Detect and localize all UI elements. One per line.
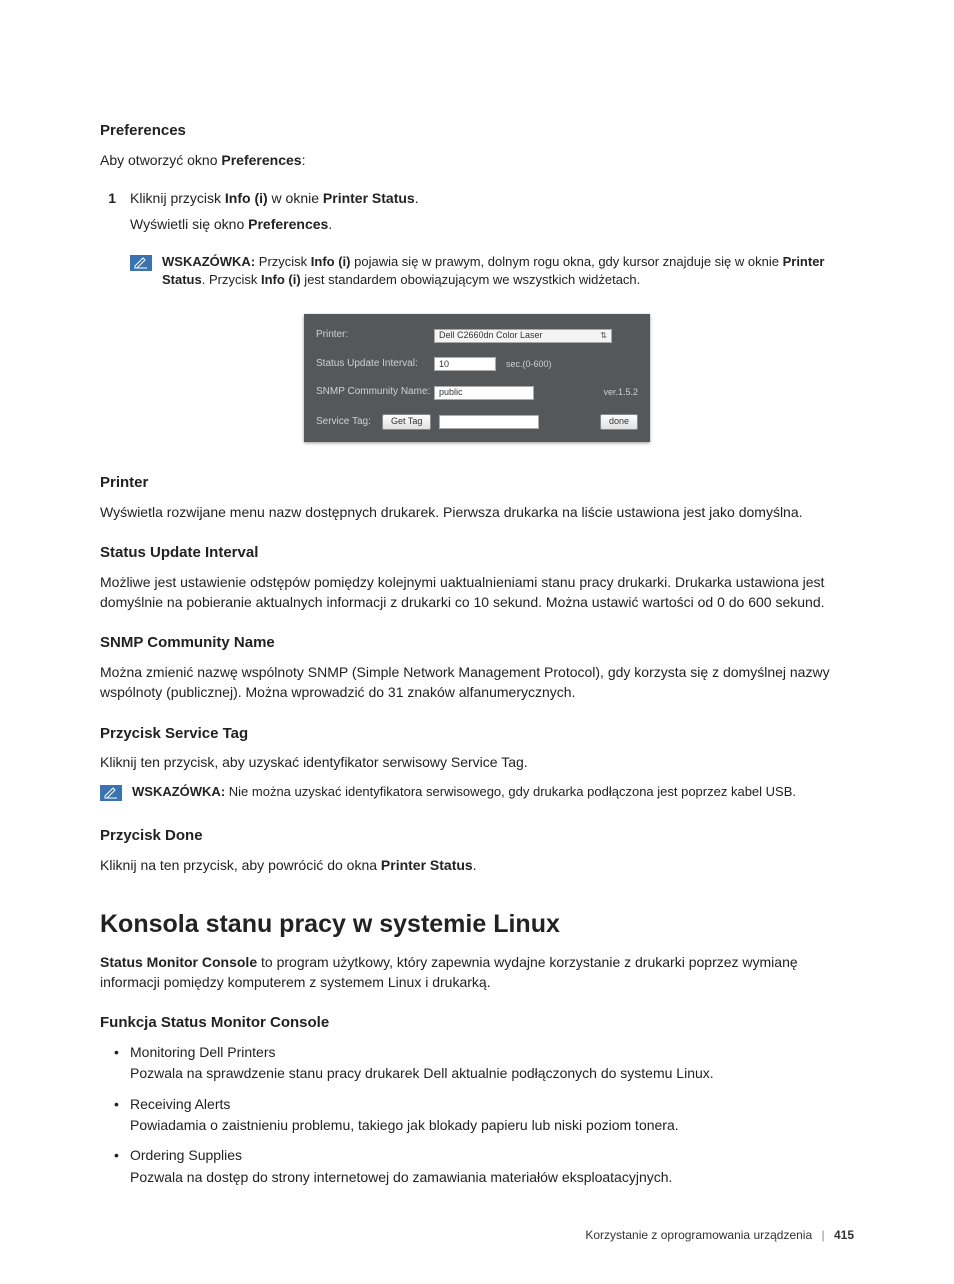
get-tag-button[interactable]: Get Tag bbox=[382, 414, 431, 430]
note-label: WSKAZÓWKA: bbox=[162, 254, 255, 269]
list-item: Ordering Supplies Pozwala na dostęp do s… bbox=[130, 1145, 854, 1187]
snmp-input[interactable]: public bbox=[434, 386, 534, 400]
version-label: ver.1.5.2 bbox=[603, 386, 638, 399]
snmp-row: SNMP Community Name: public ver.1.5.2 bbox=[316, 385, 638, 400]
text-segment: . bbox=[328, 216, 332, 232]
text-segment: Przycisk bbox=[255, 254, 311, 269]
text-segment: Kliknij przycisk bbox=[130, 190, 225, 206]
text-segment: . bbox=[473, 857, 477, 873]
info-i-word: Info (i) bbox=[261, 272, 301, 287]
chevron-updown-icon: ⇅ bbox=[600, 330, 607, 342]
note-label: WSKAZÓWKA: bbox=[132, 784, 225, 799]
footer-separator: | bbox=[822, 1228, 825, 1242]
note-body: WSKAZÓWKA: Przycisk Info (i) pojawia się… bbox=[162, 253, 854, 291]
text-segment: Wyświetli się okno bbox=[130, 216, 248, 232]
heading-linux-console: Konsola stanu pracy w systemie Linux bbox=[100, 906, 854, 942]
preferences-word: Preferences bbox=[248, 216, 328, 232]
preferences-word: Preferences bbox=[221, 152, 301, 168]
text-segment: . bbox=[415, 190, 419, 206]
printer-status-word: Printer Status bbox=[381, 857, 473, 873]
heading-status-update-interval: Status Update Interval bbox=[100, 542, 854, 564]
heading-preferences: Preferences bbox=[100, 120, 854, 142]
step-1-sub: Wyświetli się okno Preferences. bbox=[130, 214, 854, 234]
printer-status-word: Printer Status bbox=[323, 190, 415, 206]
text-segment: pojawia się w prawym, dolnym rogu okna, … bbox=[351, 254, 783, 269]
note-1: WSKAZÓWKA: Przycisk Info (i) pojawia się… bbox=[130, 253, 854, 291]
step-body: Kliknij przycisk Info (i) w oknie Printe… bbox=[130, 188, 854, 208]
printer-text: Wyświetla rozwijane menu nazw dostępnych… bbox=[100, 502, 854, 522]
linux-intro: Status Monitor Console to program użytko… bbox=[100, 952, 854, 993]
service-tag-label: Service Tag: bbox=[316, 415, 382, 430]
page-number: 415 bbox=[834, 1228, 854, 1242]
text-segment: Aby otworzyć okno bbox=[100, 152, 221, 168]
info-i-word: Info (i) bbox=[311, 254, 351, 269]
note-body: WSKAZÓWKA: Nie można uzyskać identyfikat… bbox=[132, 783, 854, 802]
heading-done-button: Przycisk Done bbox=[100, 825, 854, 847]
snmp-label: SNMP Community Name: bbox=[316, 385, 434, 400]
text-segment: w oknie bbox=[268, 190, 323, 206]
heading-snmp-community-name: SNMP Community Name bbox=[100, 632, 854, 654]
step-number: 1 bbox=[100, 188, 130, 208]
list-item-body: Pozwala na sprawdzenie stanu pracy druka… bbox=[130, 1063, 854, 1083]
printer-dropdown-value: Dell C2660dn Color Laser bbox=[439, 329, 543, 342]
text-segment: Kliknij na ten przycisk, aby powrócić do… bbox=[100, 857, 381, 873]
done-text: Kliknij na ten przycisk, aby powrócić do… bbox=[100, 855, 854, 875]
interval-label: Status Update Interval: bbox=[316, 357, 434, 372]
footer-section-title: Korzystanie z oprogramowania urządzenia bbox=[585, 1228, 812, 1242]
pencil-note-icon bbox=[100, 785, 122, 801]
service-tag-row: Service Tag: Get Tag done bbox=[316, 414, 638, 430]
list-item: Receiving Alerts Powiadamia o zaistnieni… bbox=[130, 1094, 854, 1136]
list-item-title: Ordering Supplies bbox=[130, 1147, 242, 1163]
interval-input[interactable]: 10 bbox=[434, 357, 496, 371]
done-button[interactable]: done bbox=[600, 414, 638, 430]
list-item-body: Powiadamia o zaistnieniu problemu, takie… bbox=[130, 1115, 854, 1135]
list-item-title: Receiving Alerts bbox=[130, 1096, 230, 1112]
snmp-community-name-text: Można zmienić nazwę wspólnoty SNMP (Simp… bbox=[100, 662, 854, 703]
list-item: Monitoring Dell Printers Pozwala na spra… bbox=[130, 1042, 854, 1084]
heading-function-smc: Funkcja Status Monitor Console bbox=[100, 1012, 854, 1034]
status-update-interval-text: Możliwe jest ustawienie odstępów pomiędz… bbox=[100, 572, 854, 613]
open-preferences-text: Aby otworzyć okno Preferences: bbox=[100, 150, 854, 170]
info-i-word: Info (i) bbox=[225, 190, 268, 206]
service-tag-input[interactable] bbox=[439, 415, 539, 429]
pencil-note-icon bbox=[130, 255, 152, 271]
printer-dropdown[interactable]: Dell C2660dn Color Laser ⇅ bbox=[434, 329, 612, 343]
step-1: 1 Kliknij przycisk Info (i) w oknie Prin… bbox=[100, 188, 854, 208]
text-segment: : bbox=[302, 152, 306, 168]
preferences-panel: Printer: Dell C2660dn Color Laser ⇅ Stat… bbox=[304, 314, 650, 442]
preferences-panel-figure: Printer: Dell C2660dn Color Laser ⇅ Stat… bbox=[100, 314, 854, 442]
interval-row: Status Update Interval: 10 sec.(0-600) bbox=[316, 357, 638, 372]
heading-service-tag-button: Przycisk Service Tag bbox=[100, 723, 854, 745]
text-segment: jest standardem obowiązującym we wszystk… bbox=[301, 272, 641, 287]
printer-row: Printer: Dell C2660dn Color Laser ⇅ bbox=[316, 328, 638, 343]
status-monitor-console-word: Status Monitor Console bbox=[100, 954, 257, 970]
list-item-body: Pozwala na dostęp do strony internetowej… bbox=[130, 1167, 854, 1187]
note-2: WSKAZÓWKA: Nie można uzyskać identyfikat… bbox=[100, 783, 854, 802]
printer-label: Printer: bbox=[316, 328, 434, 343]
text-segment: . Przycisk bbox=[202, 272, 261, 287]
list-item-title: Monitoring Dell Printers bbox=[130, 1044, 276, 1060]
heading-printer: Printer bbox=[100, 472, 854, 494]
service-tag-text: Kliknij ten przycisk, aby uzyskać identy… bbox=[100, 752, 854, 772]
page-footer: Korzystanie z oprogramowania urządzenia … bbox=[100, 1227, 854, 1244]
text-segment: Nie można uzyskać identyfikatora serwiso… bbox=[225, 784, 796, 799]
function-bullet-list: Monitoring Dell Printers Pozwala na spra… bbox=[130, 1042, 854, 1187]
interval-suffix: sec.(0-600) bbox=[506, 358, 552, 371]
